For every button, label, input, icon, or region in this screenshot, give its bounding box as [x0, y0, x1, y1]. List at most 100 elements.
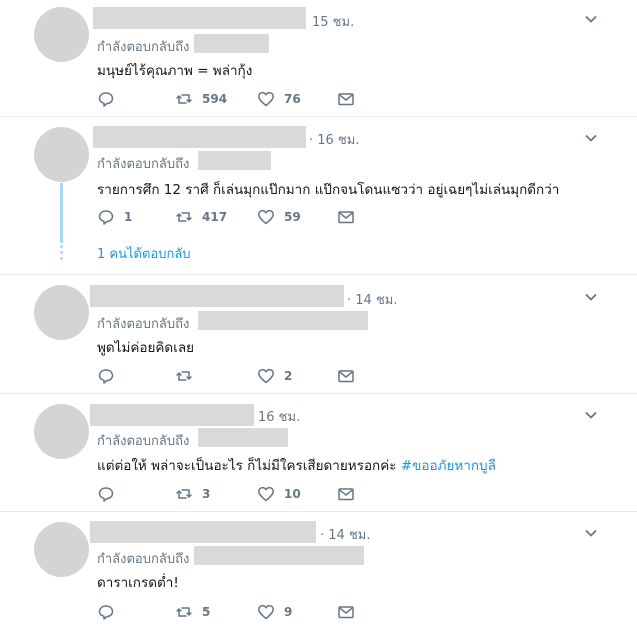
- reply-button[interactable]: [97, 483, 124, 505]
- thread-line: [60, 183, 63, 243]
- redacted-reply-handle[interactable]: [194, 546, 364, 565]
- tweet-actions: 5 9: [97, 601, 367, 623]
- retweet-button[interactable]: 5: [175, 601, 210, 623]
- replying-to-label: กำลังตอบกลับถึง: [97, 434, 190, 449]
- tweet-text: รายการศึก 12 ราศี ก็เล่นมุกแป๊กมาก แป๊กจ…: [97, 182, 560, 198]
- envelope-icon: [338, 606, 354, 619]
- redacted-reply-handle[interactable]: [198, 428, 288, 447]
- envelope-icon: [338, 211, 354, 224]
- envelope-icon: [338, 93, 354, 106]
- heart-icon: [258, 91, 274, 107]
- replying-to-label: กำลังตอบกลับถึง: [97, 157, 190, 172]
- reply-icon: [98, 487, 114, 502]
- heart-icon: [258, 209, 274, 225]
- tweet[interactable]: · 14 ชม. กำลังตอบกลับถึง ดาราเกรดต่ำ! 5 …: [0, 512, 637, 629]
- reply-button[interactable]: [97, 88, 124, 110]
- retweet-icon: [176, 489, 192, 499]
- tweet-timestamp[interactable]: · 16 ชม.: [309, 129, 359, 150]
- like-button[interactable]: 59: [257, 206, 301, 228]
- tweet-text-body: แต่ต่อให้ พล่าจะเป็นอะไร ก็ไม่มีใครเสียด…: [97, 458, 401, 474]
- direct-message-button[interactable]: [337, 365, 355, 387]
- direct-message-button[interactable]: [337, 206, 355, 228]
- redacted-username[interactable]: [90, 285, 344, 307]
- replying-to-label: กำลังตอบกลับถึง: [97, 317, 190, 332]
- reply-button[interactable]: [97, 601, 124, 623]
- redacted-username[interactable]: [90, 521, 316, 543]
- tweet-actions: 1 417 59: [97, 206, 367, 228]
- tweet-actions: 594 76: [97, 88, 367, 110]
- tweet-timestamp[interactable]: 15 ชม.: [312, 11, 354, 32]
- retweet-count: 5: [202, 605, 211, 619]
- reply-icon: [98, 369, 114, 384]
- tweet[interactable]: 15 ชม. กำลังตอบกลับถึง มนุษย์ไร้คุณภาพ =…: [0, 0, 637, 117]
- like-count: 9: [284, 605, 293, 619]
- retweet-icon: [176, 94, 192, 104]
- replying-to-label: กำลังตอบกลับถึง: [97, 40, 190, 55]
- reply-icon: [98, 210, 114, 225]
- redacted-reply-handle[interactable]: [198, 311, 368, 330]
- hashtag-link[interactable]: #ขออภัยหากบูลี: [401, 458, 496, 474]
- tweet[interactable]: · 16 ชม. กำลังตอบกลับถึง รายการศึก 12 รา…: [0, 117, 637, 275]
- envelope-icon: [338, 488, 354, 501]
- reply-button[interactable]: 1: [97, 206, 132, 228]
- reply-icon: [98, 605, 114, 620]
- like-count: 10: [284, 487, 301, 501]
- reply-count: 1: [124, 210, 133, 224]
- retweet-button[interactable]: [175, 365, 202, 387]
- like-button[interactable]: 76: [257, 88, 301, 110]
- like-count: 76: [284, 92, 301, 106]
- retweet-button[interactable]: 594: [175, 88, 227, 110]
- chevron-down-icon[interactable]: [583, 407, 599, 423]
- chevron-down-icon[interactable]: [583, 11, 599, 27]
- tweet-timestamp[interactable]: · 14 ชม.: [320, 524, 370, 545]
- avatar[interactable]: [34, 522, 89, 577]
- redacted-reply-handle[interactable]: [198, 151, 271, 170]
- tweet[interactable]: · 14 ชม. กำลังตอบกลับถึง พูดไม่ค่อยคิดเล…: [0, 275, 637, 394]
- tweet-timestamp[interactable]: 16 ชม.: [258, 406, 300, 427]
- like-button[interactable]: 9: [257, 601, 292, 623]
- retweet-icon: [176, 607, 192, 617]
- redacted-username[interactable]: [93, 7, 306, 29]
- tweet-text: ดาราเกรดต่ำ!: [97, 575, 179, 591]
- direct-message-button[interactable]: [337, 483, 355, 505]
- redacted-username[interactable]: [90, 404, 254, 426]
- avatar[interactable]: [34, 7, 89, 62]
- chevron-down-icon[interactable]: [583, 130, 599, 146]
- retweet-count: 3: [202, 487, 211, 501]
- retweet-count: 417: [202, 210, 228, 224]
- chevron-down-icon[interactable]: [583, 289, 599, 305]
- like-count: 2: [284, 369, 293, 383]
- chevron-down-icon[interactable]: [583, 525, 599, 541]
- redacted-reply-handle[interactable]: [194, 34, 269, 53]
- envelope-icon: [338, 370, 354, 383]
- redacted-username[interactable]: [93, 126, 306, 148]
- like-button[interactable]: 2: [257, 365, 292, 387]
- heart-icon: [258, 368, 274, 384]
- tweet-timestamp[interactable]: · 14 ชม.: [347, 289, 397, 310]
- tweet-actions: 3 10: [97, 483, 367, 505]
- heart-icon: [258, 604, 274, 620]
- show-replies-link[interactable]: 1 คนได้ตอบกลับ: [97, 243, 191, 264]
- retweet-count: 594: [202, 92, 228, 106]
- retweet-button[interactable]: 417: [175, 206, 227, 228]
- like-button[interactable]: 10: [257, 483, 301, 505]
- like-count: 59: [284, 210, 301, 224]
- direct-message-button[interactable]: [337, 88, 355, 110]
- tweet-text: มนุษย์ไร้คุณภาพ = พล่ากุ้ง: [97, 63, 253, 79]
- tweet[interactable]: 16 ชม. กำลังตอบกลับถึง แต่ต่อให้ พล่าจะเ…: [0, 394, 637, 512]
- reply-button[interactable]: [97, 365, 124, 387]
- retweet-icon: [176, 212, 192, 222]
- tweet-actions: 2: [97, 365, 367, 387]
- heart-icon: [258, 486, 274, 502]
- retweet-button[interactable]: 3: [175, 483, 210, 505]
- avatar[interactable]: [34, 127, 89, 182]
- direct-message-button[interactable]: [337, 601, 355, 623]
- tweet-text: แต่ต่อให้ พล่าจะเป็นอะไร ก็ไม่มีใครเสียด…: [97, 454, 496, 476]
- retweet-icon: [176, 371, 192, 381]
- thread-dots: [60, 245, 63, 263]
- reply-icon: [98, 92, 114, 107]
- tweet-text: พูดไม่ค่อยคิดเลย: [97, 340, 194, 356]
- avatar[interactable]: [34, 404, 89, 459]
- avatar[interactable]: [34, 285, 89, 340]
- replying-to-label: กำลังตอบกลับถึง: [97, 552, 190, 567]
